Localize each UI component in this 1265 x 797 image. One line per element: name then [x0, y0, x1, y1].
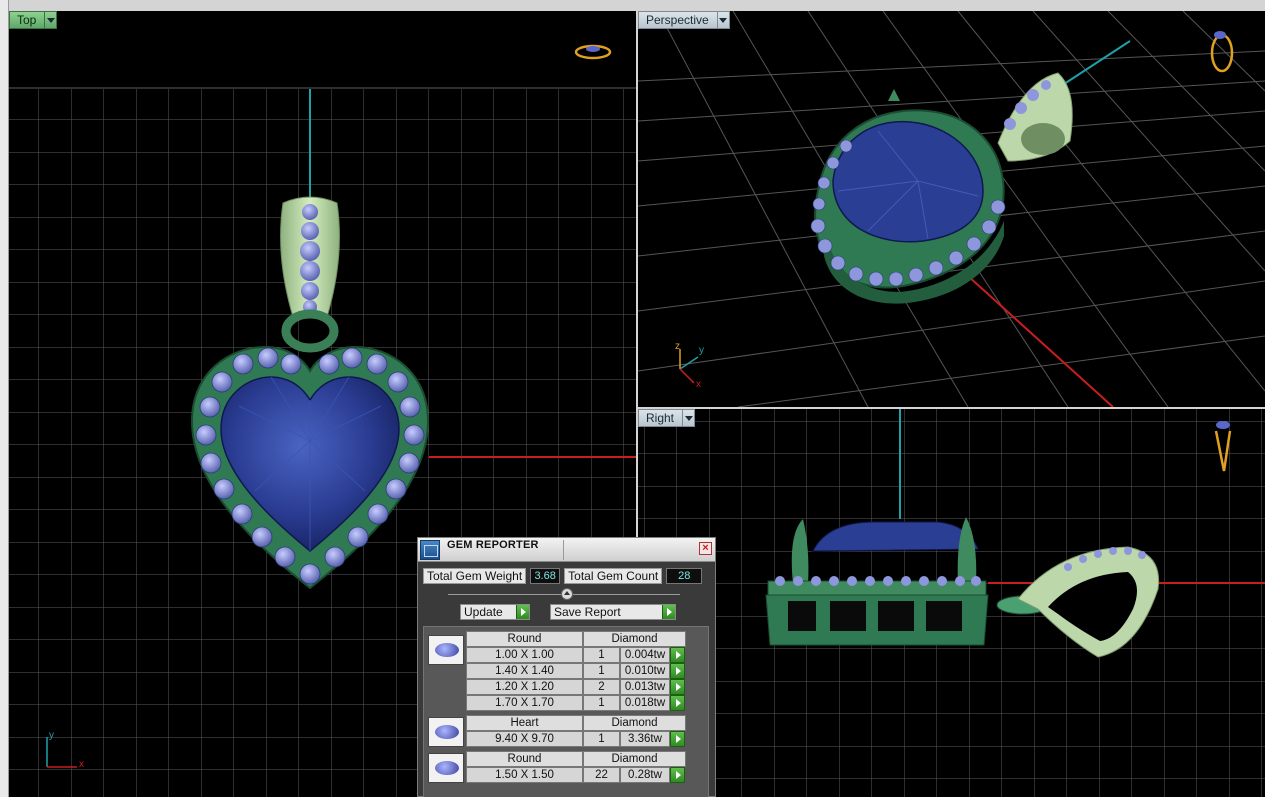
viewport-top-tab[interactable]: Top [9, 11, 58, 29]
right-view-canvas[interactable] [638, 409, 1265, 797]
select-gem-arrow-icon[interactable] [670, 663, 685, 679]
play-arrow-icon[interactable] [662, 605, 675, 619]
rhino-matrix-app: y x Top z y x Perspective Right GEM REPO… [0, 0, 1265, 797]
gem-size: 9.40 X 9.70 [466, 731, 583, 747]
gem-type-header: Diamond [583, 715, 686, 731]
total-gem-weight-label: Total Gem Weight [423, 568, 527, 584]
perspective-view-canvas[interactable] [638, 11, 1265, 407]
gem-size: 1.40 X 1.40 [466, 663, 583, 679]
gem-shape-header: Round [466, 751, 583, 767]
axis-label-y: y [49, 730, 54, 741]
viewport-right-tab[interactable]: Right [638, 409, 696, 427]
gem-reporter-title: GEM REPORTER [447, 539, 539, 551]
select-gem-arrow-icon[interactable] [670, 767, 685, 783]
total-gem-count-value: 28 [666, 568, 703, 584]
table-row[interactable]: 1.00 X 1.00 1 0.004tw [466, 647, 686, 663]
select-gem-arrow-icon[interactable] [670, 679, 685, 695]
gem-qty: 1 [583, 647, 620, 663]
update-button[interactable]: Update [460, 604, 530, 620]
gem-size: 1.70 X 1.70 [466, 695, 583, 711]
axis-label-x: x [696, 379, 701, 390]
gem-qty: 1 [583, 663, 620, 679]
gem-weight: 0.018tw [620, 695, 670, 711]
x-axis-line [967, 275, 1114, 407]
table-row[interactable]: 1.20 X 1.20 2 0.013tw [466, 679, 686, 695]
chevron-down-icon[interactable] [682, 410, 694, 426]
total-gem-count-label: Total Gem Count [564, 568, 663, 584]
gem-type-header: Diamond [583, 751, 686, 767]
table-row[interactable]: 1.40 X 1.40 1 0.010tw [466, 663, 686, 679]
axis-label-x: x [79, 759, 84, 770]
collapse-knob[interactable] [561, 588, 573, 600]
update-button-label: Update [464, 605, 503, 619]
gem-weight: 0.28tw [620, 767, 670, 783]
gem-qty: 1 [583, 731, 620, 747]
table-row[interactable]: 9.40 X 9.70 1 3.36tw [466, 731, 686, 747]
gem-weight: 0.004tw [620, 647, 670, 663]
axis-label-z: z [675, 341, 680, 352]
viewport-right[interactable]: Right [638, 409, 1265, 797]
gem-size: 1.20 X 1.20 [466, 679, 583, 695]
viewport-right-label: Right [646, 411, 675, 425]
gem-weight: 0.010tw [620, 663, 670, 679]
gem-weight: 0.013tw [620, 679, 670, 695]
play-arrow-icon[interactable] [516, 605, 529, 619]
select-gem-arrow-icon[interactable] [670, 695, 685, 711]
ring-navigator-icon[interactable] [574, 44, 612, 60]
gem-type-header: Diamond [583, 631, 686, 647]
viewport-top-label: Top [17, 13, 37, 27]
gem-round-thumbnail-icon[interactable] [428, 753, 464, 783]
gem-size: 1.50 X 1.50 [466, 767, 583, 783]
save-report-button[interactable]: Save Report [550, 604, 676, 620]
close-icon[interactable]: × [699, 542, 712, 555]
gem-reporter-titlebar[interactable]: GEM REPORTER × [418, 538, 715, 562]
gem-qty: 22 [583, 767, 620, 783]
gem-qty: 1 [583, 695, 620, 711]
viewport-perspective-label: Perspective [646, 13, 709, 27]
gem-reporter-logo-icon [420, 540, 440, 560]
titlebar-divider [563, 540, 564, 560]
chevron-down-icon[interactable] [44, 12, 56, 28]
chevron-down-icon[interactable] [716, 12, 729, 28]
gem-heart-thumbnail-icon[interactable] [428, 717, 464, 747]
viewport-perspective-tab[interactable]: Perspective [638, 11, 730, 29]
axis-label-y: y [699, 345, 704, 356]
gem-shape-header: Round [466, 631, 583, 647]
gem-round-thumbnail-icon[interactable] [428, 635, 464, 665]
axis-triad [679, 349, 699, 384]
gem-list[interactable]: Round Diamond 1.00 X 1.00 1 0.004tw 1.40… [423, 626, 709, 797]
gem-shape-header: Heart [466, 715, 583, 731]
select-gem-arrow-icon[interactable] [670, 647, 685, 663]
viewport-perspective[interactable]: z y x Perspective [638, 11, 1265, 407]
ring-navigator-icon[interactable] [1210, 31, 1234, 73]
gem-reporter-panel[interactable]: GEM REPORTER × Total Gem Weight 3.68 Tot… [417, 537, 716, 797]
table-row[interactable]: 1.70 X 1.70 1 0.018tw [466, 695, 686, 711]
totals-row: Total Gem Weight 3.68 Total Gem Count 28 [423, 568, 703, 584]
total-gem-weight-value: 3.68 [530, 568, 561, 584]
save-report-button-label: Save Report [554, 605, 621, 619]
gem-qty: 2 [583, 679, 620, 695]
gem-size: 1.00 X 1.00 [466, 647, 583, 663]
select-gem-arrow-icon[interactable] [670, 731, 685, 747]
left-toolbar-strip[interactable] [0, 0, 9, 797]
table-row[interactable]: 1.50 X 1.50 22 0.28tw [466, 767, 686, 783]
gem-weight: 3.36tw [620, 731, 670, 747]
